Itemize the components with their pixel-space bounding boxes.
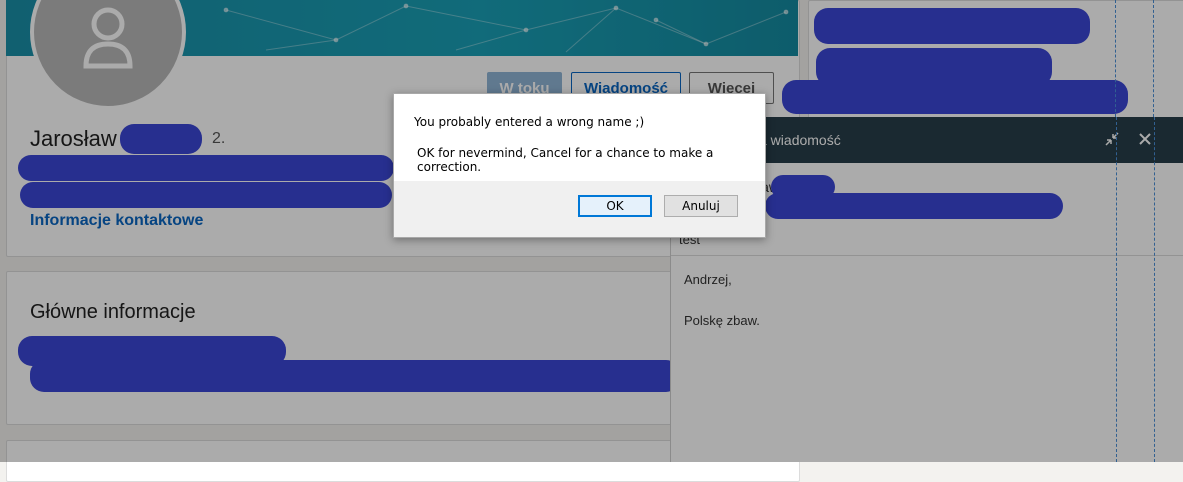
confirm-dialog: You probably entered a wrong name ;) OK …: [393, 93, 766, 238]
dialog-line-1: You probably entered a wrong name ;): [414, 115, 645, 129]
dialog-line-2: OK for nevermind, Cancel for a chance to…: [417, 146, 714, 174]
dialog-message-area: You probably entered a wrong name ;) OK …: [394, 94, 765, 181]
cancel-button[interactable]: Anuluj: [664, 195, 738, 217]
ok-button[interactable]: OK: [578, 195, 652, 217]
